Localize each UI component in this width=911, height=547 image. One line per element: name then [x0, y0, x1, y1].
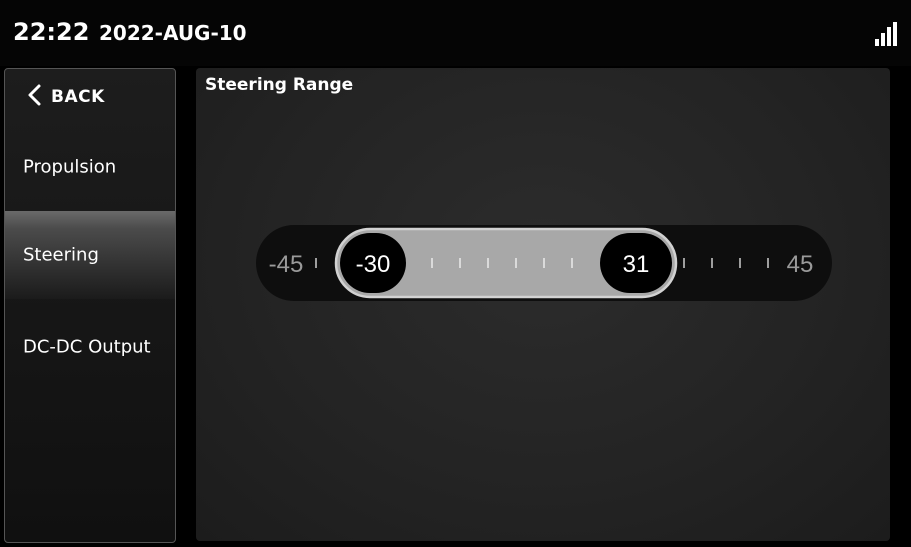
status-bar: 22:22 2022-AUG-10: [0, 0, 911, 66]
main-panel: Steering Range -45 45 -30 31: [196, 68, 890, 541]
sidebar-item-propulsion[interactable]: Propulsion: [5, 123, 175, 211]
back-button[interactable]: BACK: [5, 69, 175, 123]
page-title: Steering Range: [205, 75, 354, 95]
sidebar-item-label: Steering: [23, 244, 99, 266]
sidebar: BACK Propulsion Steering DC-DC Output: [4, 68, 176, 543]
range-min-label: -45: [269, 251, 304, 278]
sidebar-item-dc-dc-output[interactable]: DC-DC Output: [5, 303, 175, 391]
signal-strength-icon: [875, 22, 899, 46]
clock: 22:22 2022-AUG-10: [13, 20, 247, 44]
range-high-value: 31: [623, 251, 650, 278]
back-label: BACK: [51, 87, 105, 107]
sidebar-item-label: DC-DC Output: [23, 336, 151, 358]
range-low-value: -30: [356, 251, 391, 278]
screen: 22:22 2022-AUG-10 BACK Propulsion Steeri…: [0, 0, 911, 547]
steering-range-slider[interactable]: -45 45 -30 31: [256, 225, 832, 301]
clock-time: 22:22: [13, 18, 90, 46]
clock-date: 2022-AUG-10: [98, 21, 247, 45]
sidebar-item-label: Propulsion: [23, 156, 117, 178]
sidebar-item-steering[interactable]: Steering: [5, 211, 175, 299]
chevron-left-icon: [28, 84, 41, 106]
range-max-label: 45: [787, 251, 814, 278]
